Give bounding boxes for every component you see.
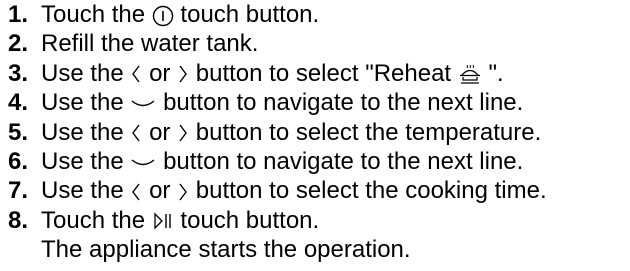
step-text: button to navigate to the next line.: [163, 89, 524, 117]
step-number: 8.: [8, 206, 29, 234]
left-arrow-icon: [130, 63, 142, 85]
step-3: 3. Use the or button to select "Reheat "…: [8, 59, 547, 88]
step-text: touch button.: [180, 1, 320, 28]
step-number: 3.: [8, 59, 29, 87]
step-text: Refill the water tank.: [41, 30, 259, 58]
step-text: Touch the: [41, 206, 146, 234]
or-label: or: [149, 59, 171, 87]
step-text: button to select the temperature.: [195, 118, 542, 146]
left-arrow-icon: [130, 181, 142, 203]
chevron-down-icon: [130, 93, 156, 115]
instruction-list: 1. Touch the touch button. 2. Refill the…: [8, 0, 547, 265]
step-text: Use the: [41, 89, 124, 117]
step-number: 1.: [8, 1, 29, 28]
step-text: ".: [488, 59, 504, 87]
or-label: or: [149, 118, 171, 146]
step-text: Use the: [41, 118, 124, 146]
step-1: 1. Touch the touch button.: [8, 0, 547, 29]
step-number: 6.: [8, 147, 29, 175]
step-number: 4.: [8, 89, 29, 117]
step-5: 5. Use the or button to select the tempe…: [8, 118, 547, 147]
step-text: Use the: [41, 177, 124, 205]
step-6: 6. Use the button to navigate to the nex…: [8, 147, 547, 176]
step-result: The appliance starts the operation.: [41, 236, 411, 264]
right-arrow-icon: [177, 122, 189, 144]
or-label: or: [149, 177, 171, 205]
step-2: 2. Refill the water tank.: [8, 29, 547, 58]
step-text: button to select "Reheat: [195, 59, 452, 87]
step-number: 2.: [8, 30, 29, 58]
step-text: button to select the cooking time.: [195, 177, 547, 205]
power-icon: [152, 5, 174, 27]
right-arrow-icon: [177, 63, 189, 85]
chevron-down-icon: [130, 152, 156, 174]
step-text: Touch the: [41, 1, 146, 28]
step-number: 7.: [8, 177, 29, 205]
step-number: 5.: [8, 118, 29, 146]
step-4: 4. Use the button to navigate to the nex…: [8, 88, 547, 117]
step-text: Use the: [41, 147, 124, 175]
step-text: Use the: [41, 59, 124, 87]
left-arrow-icon: [130, 122, 142, 144]
reheat-icon: [458, 63, 482, 85]
step-text: touch button.: [180, 206, 320, 234]
step-7: 7. Use the or button to select the cooki…: [8, 176, 547, 205]
step-text: button to navigate to the next line.: [163, 147, 524, 175]
right-arrow-icon: [177, 181, 189, 203]
play-pause-icon: [152, 210, 174, 232]
step-8: 8. Touch the touch button.: [8, 206, 547, 235]
